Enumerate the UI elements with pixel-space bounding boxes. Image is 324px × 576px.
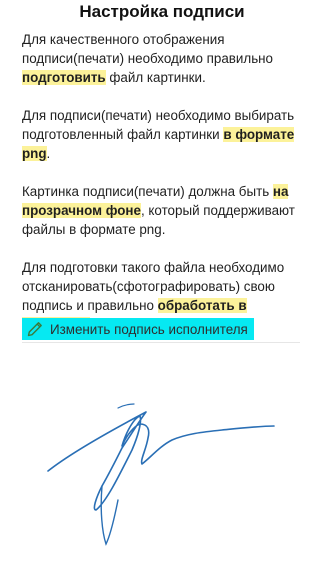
- divider: [22, 342, 300, 343]
- paragraph-text: Картинка подписи(печати) должна быть: [22, 184, 273, 199]
- edit-signature-button[interactable]: Изменить подпись исполнителя: [22, 318, 254, 340]
- instruction-paragraph: Для подписи(печати) необходимо выбирать …: [22, 106, 307, 163]
- paragraph-text: .: [46, 146, 51, 161]
- page-title: Настройка подписи: [79, 2, 245, 21]
- instruction-paragraph: Для качественного отображения подписи(пе…: [22, 30, 307, 87]
- highlighted-text: подготовить: [22, 70, 106, 85]
- edit-signature-label: Изменить подпись исполнителя: [50, 321, 248, 337]
- paragraph-text: файл картинки.: [105, 70, 206, 85]
- signature-image: [47, 403, 275, 546]
- paragraph-text: Для качественного отображения подписи(пе…: [22, 32, 274, 66]
- pencil-icon: [26, 320, 44, 338]
- instructions: Для качественного отображения подписи(пе…: [22, 30, 307, 353]
- signature-preview: [22, 360, 307, 570]
- instruction-paragraph: Картинка подписи(печати) должна быть на …: [22, 182, 307, 239]
